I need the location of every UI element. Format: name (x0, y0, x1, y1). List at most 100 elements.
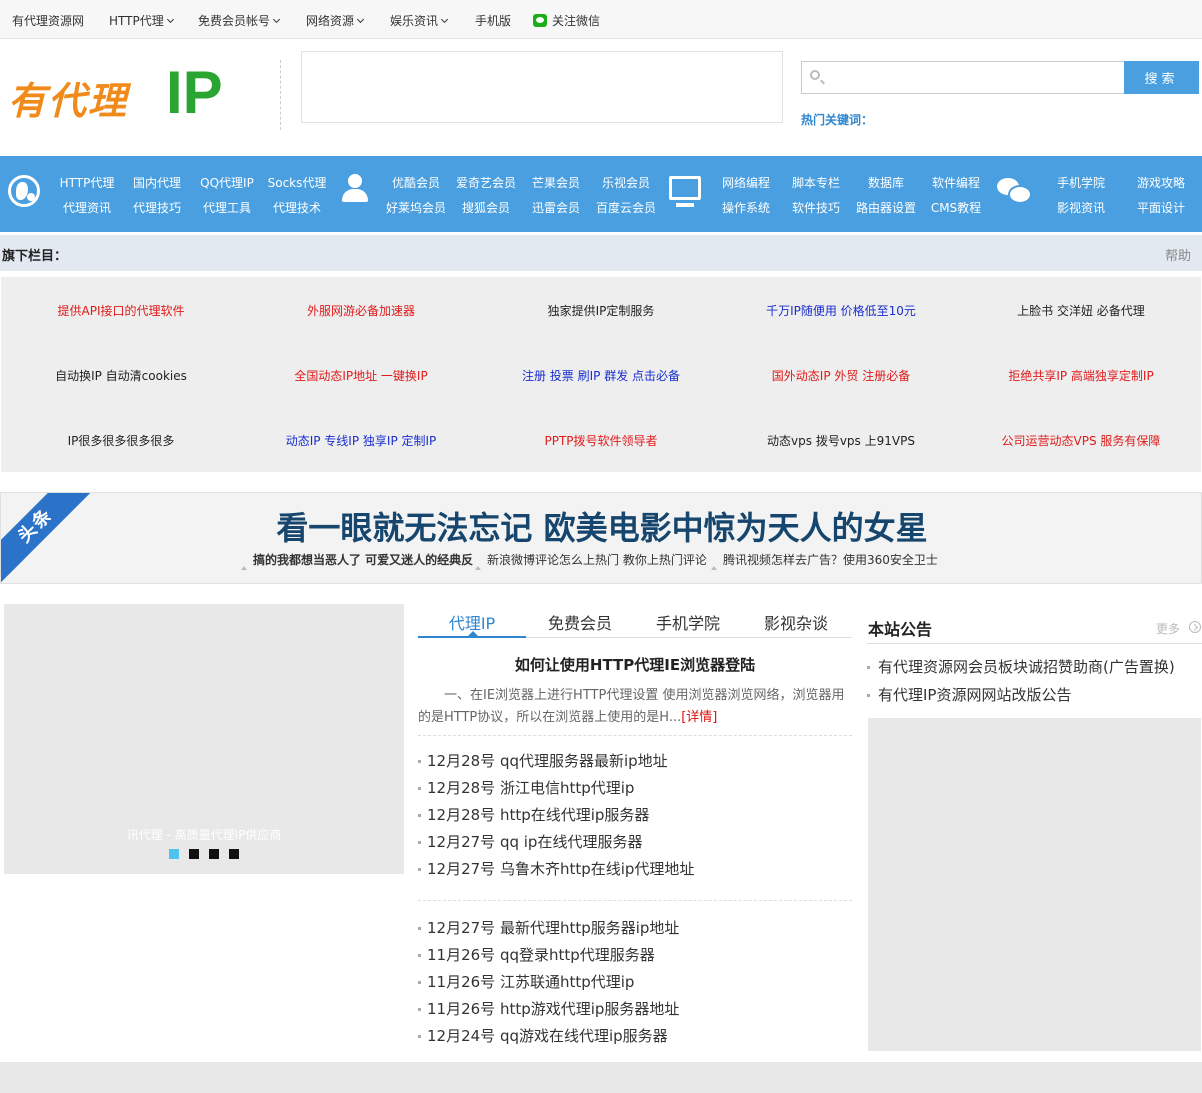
sub-headline-link[interactable]: 新浪微博评论怎么上热门 教你上热门评论 (475, 551, 707, 570)
nav-link[interactable]: 平面设计 (1126, 199, 1196, 216)
ad-link[interactable]: PPTP拨号软件领导者 (481, 432, 721, 449)
article-title[interactable]: 如何让使用HTTP代理IE浏览器登陆 (418, 654, 852, 675)
headline-title[interactable]: 看一眼就无法忘记 欧美电影中惊为天人的女星 (1, 503, 1201, 549)
nav-link[interactable]: 迅雷会员 (521, 199, 591, 216)
nav-link[interactable]: QQ代理IP (192, 174, 262, 191)
nav-link[interactable]: 手机学院 (1046, 174, 1116, 191)
nav-link[interactable]: 操作系统 (711, 199, 781, 216)
notice-list: 有代理资源网会员板块诚招赞助商(广告置换) 有代理IP资源网网站改版公告 (867, 656, 1202, 712)
article-list: 12月27号 最新代理http服务器ip地址 11月26号 qq登录http代理服… (418, 917, 852, 1052)
nav-link[interactable]: 脚本专栏 (781, 174, 851, 191)
slider-dot[interactable] (189, 849, 199, 859)
nav-link[interactable]: 影视资讯 (1046, 199, 1116, 216)
slider-dot[interactable] (209, 849, 219, 859)
nav-link[interactable]: 优酷会员 (381, 174, 451, 191)
nav-link[interactable]: 路由器设置 (851, 199, 921, 216)
nav-link[interactable]: 网络编程 (711, 174, 781, 191)
article-list-item[interactable]: 12月28号 http在线代理ip服务器 (418, 804, 852, 831)
ad-link[interactable]: 公司运营动态VPS 服务有保障 (961, 432, 1201, 449)
article-list-item[interactable]: 12月27号 乌鲁木齐http在线ip代理地址 (418, 858, 852, 885)
nav-link[interactable]: 乐视会员 (591, 174, 661, 191)
top-nav-item[interactable]: 有代理资源网 (12, 12, 84, 29)
nav-link[interactable]: 搜狐会员 (451, 199, 521, 216)
wechat-follow-link[interactable]: 关注微信 (533, 12, 600, 29)
article-more-link[interactable]: [详情] (681, 710, 717, 725)
nav-link[interactable]: 代理资讯 (52, 199, 122, 216)
header-ad-slot (301, 51, 783, 123)
monitor-icon (669, 176, 701, 207)
top-nav-item[interactable]: 网络资源 (306, 12, 365, 29)
slider-dot[interactable] (169, 849, 179, 859)
help-link[interactable]: 帮助 (1165, 245, 1191, 264)
article-list-item[interactable]: 12月27号 最新代理http服务器ip地址 (418, 917, 852, 944)
triangle-icon (711, 566, 717, 570)
nav-link[interactable]: 百度云会员 (591, 199, 661, 216)
ad-link[interactable]: 拒绝共享IP 高端独享定制IP (961, 367, 1201, 384)
search-button[interactable]: 搜索 (1124, 61, 1199, 94)
section-bar: 旗下栏目： 帮助 (0, 235, 1202, 271)
article-list-item[interactable]: 11月26号 http游戏代理ip服务器地址 (418, 998, 852, 1025)
article-list-item[interactable]: 11月26号 江苏联通http代理ip (418, 971, 852, 998)
image-slider[interactable]: 讯代理 - 高质量代理IP供应商 (4, 604, 404, 874)
globe-icon (8, 175, 40, 207)
ad-link[interactable]: IP很多很多很多很多 (1, 432, 241, 449)
divider (418, 735, 852, 736)
top-nav-item[interactable]: HTTP代理 (109, 12, 174, 29)
section-title: 旗下栏目： (2, 249, 68, 264)
ad-link[interactable]: 全国动态IP地址 一键换IP (241, 367, 481, 384)
site-logo[interactable]: 有代理 IP (8, 59, 238, 126)
slider-dot[interactable] (229, 849, 239, 859)
notice-item[interactable]: 有代理IP资源网网站改版公告 (867, 684, 1202, 712)
ad-link[interactable]: 动态vps 拨号vps 上91VPS (721, 432, 961, 449)
article-list-item[interactable]: 12月28号 浙江电信http代理ip (418, 777, 852, 804)
ad-link[interactable]: 提供API接口的代理软件 (1, 302, 241, 319)
sub-headline-link[interactable]: 腾讯视频怎样去广告？使用360安全卫士 (711, 551, 938, 570)
nav-link[interactable]: 代理技术 (262, 199, 332, 216)
nav-link[interactable]: 软件编程 (921, 174, 991, 191)
wechat-icon (533, 14, 547, 27)
tab-item[interactable]: 手机学院 (634, 610, 742, 634)
ad-link[interactable]: 独家提供IP定制服务 (481, 302, 721, 319)
divider (418, 900, 852, 901)
nav-link[interactable]: 国内代理 (122, 174, 192, 191)
chat-icon (997, 176, 1032, 204)
chevron-down-icon (356, 15, 365, 24)
user-icon (340, 174, 370, 204)
arrow-right-circle-icon[interactable] (1189, 621, 1201, 633)
chevron-down-icon (440, 15, 449, 24)
article-list-item[interactable]: 12月28号 qq代理服务器最新ip地址 (418, 750, 852, 777)
nav-link[interactable]: HTTP代理 (52, 174, 122, 191)
nav-link[interactable]: 代理工具 (192, 199, 262, 216)
nav-link[interactable]: 爱奇艺会员 (451, 174, 521, 191)
search-icon (810, 70, 820, 80)
top-nav-item[interactable]: 娱乐资讯 (390, 12, 449, 29)
ad-link[interactable]: 注册 投票 刷IP 群发 点击必备 (481, 367, 721, 384)
nav-link[interactable]: 游戏攻略 (1126, 174, 1196, 191)
nav-link[interactable]: CMS教程 (921, 199, 991, 216)
tab-item[interactable]: 免费会员 (526, 610, 634, 634)
ad-link[interactable]: 外服网游必备加速器 (241, 302, 481, 319)
ad-link[interactable]: 自动换IP 自动清cookies (1, 367, 241, 384)
notice-item[interactable]: 有代理资源网会员板块诚招赞助商(广告置换) (867, 656, 1202, 684)
article-list-item[interactable]: 12月27号 qq ip在线代理服务器 (418, 831, 852, 858)
ad-link[interactable]: 动态IP 专线IP 独享IP 定制IP (241, 432, 481, 449)
notice-more-link[interactable]: 更多 (1156, 620, 1180, 637)
search-input[interactable] (801, 61, 1125, 94)
top-nav-item[interactable]: 免费会员帐号 (198, 12, 281, 29)
nav-link[interactable]: 数据库 (851, 174, 921, 191)
nav-link[interactable]: 软件技巧 (781, 199, 851, 216)
nav-link[interactable]: 芒果会员 (521, 174, 591, 191)
tab-item[interactable]: 影视杂谈 (742, 610, 850, 634)
article-list-item[interactable]: 11月26号 qq登录http代理服务器 (418, 944, 852, 971)
nav-link[interactable]: 代理技巧 (122, 199, 192, 216)
top-nav-item[interactable]: 手机版 (475, 12, 511, 29)
ad-link[interactable]: 国外动态IP 外贸 注册必备 (721, 367, 961, 384)
article-list-item[interactable]: 12月24号 qq游戏在线代理ip服务器 (418, 1025, 852, 1052)
nav-link[interactable]: 好莱坞会员 (381, 199, 451, 216)
ad-link[interactable]: 千万IP随便用 价格低至10元 (721, 302, 961, 319)
headline-box: 头条 看一眼就无法忘记 欧美电影中惊为天人的女星 搞的我都想当恶人了 可爱又迷人… (0, 492, 1202, 584)
nav-link[interactable]: Socks代理 (262, 174, 332, 191)
sub-headline-link[interactable]: 搞的我都想当恶人了 可爱又迷人的经典反 (241, 551, 473, 570)
footer-bar (0, 1062, 1202, 1093)
ad-link[interactable]: 上脸书 交洋妞 必备代理 (961, 302, 1201, 319)
